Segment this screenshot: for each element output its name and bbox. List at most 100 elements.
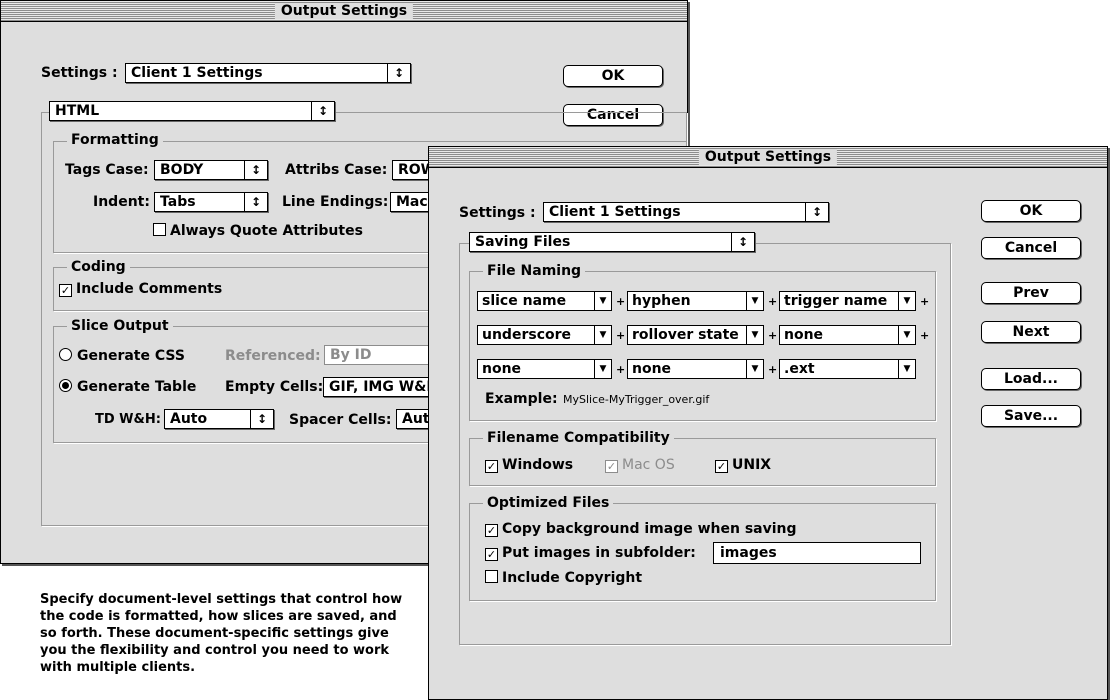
always-quote-checkbox[interactable]: Always Quote Attributes [153,222,363,240]
popup-arrow-icon: ↕ [387,64,410,82]
plus-separator: + [616,329,626,342]
back-settings-select[interactable]: Client 1 Settings ↕ [125,63,411,83]
subfolder-checkbox[interactable]: ✓ Put images in subfolder: [485,544,696,562]
include-comments-checkbox[interactable]: ✓ Include Comments [59,280,222,298]
dropdown-arrow-icon: ▼ [746,326,763,344]
checkbox-box[interactable]: ✓ [605,460,618,473]
always-quote-label: Always Quote Attributes [170,223,363,239]
front-section-value: Saving Files [475,234,571,250]
plus-separator: + [768,329,778,342]
referenced-select[interactable]: By ID [324,345,434,365]
naming-select-r0-c0[interactable]: slice name ▼ [477,291,612,311]
dropdown-arrow-icon: ▼ [594,326,611,344]
front-window-title: Output Settings [698,149,838,165]
front-section-select[interactable]: Saving Files ↕ [469,232,755,252]
copy-bg-checkbox[interactable]: ✓ Copy background image when saving [485,520,797,538]
checkbox-box[interactable]: ✓ [485,524,498,537]
dropdown-arrow-icon: ▼ [898,326,915,344]
naming-value: .ext [784,361,815,377]
back-settings-label: Settings : [41,65,118,81]
copyright-label: Include Copyright [502,570,643,586]
checkbox-box[interactable]: ✓ [485,548,498,561]
popup-arrow-icon: ↕ [311,102,334,120]
generate-table-label: Generate Table [77,379,197,395]
radio-button[interactable] [59,379,72,392]
ok-button[interactable]: OK [981,200,1081,222]
dropdown-arrow-icon: ▼ [746,360,763,378]
unix-checkbox[interactable]: ✓ UNIX [715,456,771,474]
prev-button[interactable]: Prev [981,282,1081,304]
generate-css-radio[interactable]: Generate CSS [59,347,185,365]
checkbox-box[interactable]: ✓ [715,460,728,473]
naming-select-r2-c1[interactable]: none ▼ [627,359,764,379]
tags-case-select[interactable]: BODY ↕ [154,160,268,180]
checkbox-box[interactable]: ✓ [485,460,498,473]
popup-arrow-icon: ↕ [731,233,754,251]
generate-css-label: Generate CSS [77,348,185,364]
subfolder-field[interactable]: images [713,542,921,564]
checkbox-box[interactable] [153,223,166,236]
naming-value: hyphen [632,293,691,309]
popup-arrow-icon: ↕ [244,161,267,179]
back-section-value: HTML [55,103,100,119]
compat-title: Filename Compatibility [483,430,674,446]
naming-select-r0-c1[interactable]: hyphen ▼ [627,291,764,311]
front-window-titlebar[interactable]: Output Settings [429,147,1107,168]
naming-select-r1-c2[interactable]: none ▼ [779,325,916,345]
dropdown-arrow-icon: ▼ [898,292,915,310]
td-wh-value: Auto [170,411,208,427]
front-settings-label: Settings : [459,205,536,221]
popup-arrow-icon: ↕ [250,410,273,428]
td-wh-select[interactable]: Auto ↕ [164,409,274,429]
generate-table-radio[interactable]: Generate Table [59,378,196,396]
naming-value: rollover state [632,327,739,343]
optimized-title: Optimized Files [483,495,614,511]
file-naming-title: File Naming [483,263,586,279]
plus-separator: + [616,363,626,376]
radio-button[interactable] [59,348,72,361]
naming-select-r1-c0[interactable]: underscore ▼ [477,325,612,345]
checkbox-box[interactable] [485,570,498,583]
windows-checkbox[interactable]: ✓ Windows [485,456,573,474]
naming-value: trigger name [784,293,888,309]
naming-value: none [632,361,672,377]
naming-select-r0-c2[interactable]: trigger name ▼ [779,291,916,311]
dropdown-arrow-icon: ▼ [746,292,763,310]
unix-label: UNIX [732,457,772,473]
naming-select-r2-c0[interactable]: none ▼ [477,359,612,379]
back-window-titlebar[interactable]: Output Settings [1,1,687,22]
empty-cells-value: GIF, IMG W&H [329,379,439,395]
line-endings-label: Line Endings: [282,194,389,210]
tags-case-label: Tags Case: [65,162,149,178]
back-section-select[interactable]: HTML ↕ [49,101,335,121]
coding-title: Coding [67,259,130,275]
naming-value: underscore [482,327,572,343]
back-window-title: Output Settings [274,3,414,19]
spacer-cells-label: Spacer Cells: [289,412,392,428]
referenced-value: By ID [330,347,372,363]
indent-select[interactable]: Tabs ↕ [154,192,268,212]
load-button[interactable]: Load... [981,368,1081,390]
copyright-checkbox[interactable]: Include Copyright [485,569,642,587]
dropdown-arrow-icon: ▼ [594,292,611,310]
windows-label: Windows [502,457,574,473]
example-value: MySlice-MyTrigger_over.gif [563,393,710,406]
save-button[interactable]: Save... [981,405,1081,427]
back-ok-button[interactable]: OK [563,65,663,87]
empty-cells-label: Empty Cells: [225,379,324,395]
checkbox-box[interactable]: ✓ [59,284,72,297]
plus-separator: + [616,295,626,308]
naming-select-r1-c1[interactable]: rollover state ▼ [627,325,764,345]
plus-separator: + [920,329,930,342]
macos-checkbox[interactable]: ✓ Mac OS [605,456,675,474]
naming-value: slice name [482,293,567,309]
front-settings-select[interactable]: Client 1 Settings ↕ [543,202,829,222]
next-button[interactable]: Next [981,321,1081,343]
tags-case-value: BODY [160,162,204,178]
example-label: Example: [485,391,558,407]
formatting-title: Formatting [67,132,163,148]
cancel-button[interactable]: Cancel [981,237,1081,259]
macos-label: Mac OS [622,457,675,473]
naming-select-r2-c2[interactable]: .ext ▼ [779,359,916,379]
naming-value: none [482,361,522,377]
